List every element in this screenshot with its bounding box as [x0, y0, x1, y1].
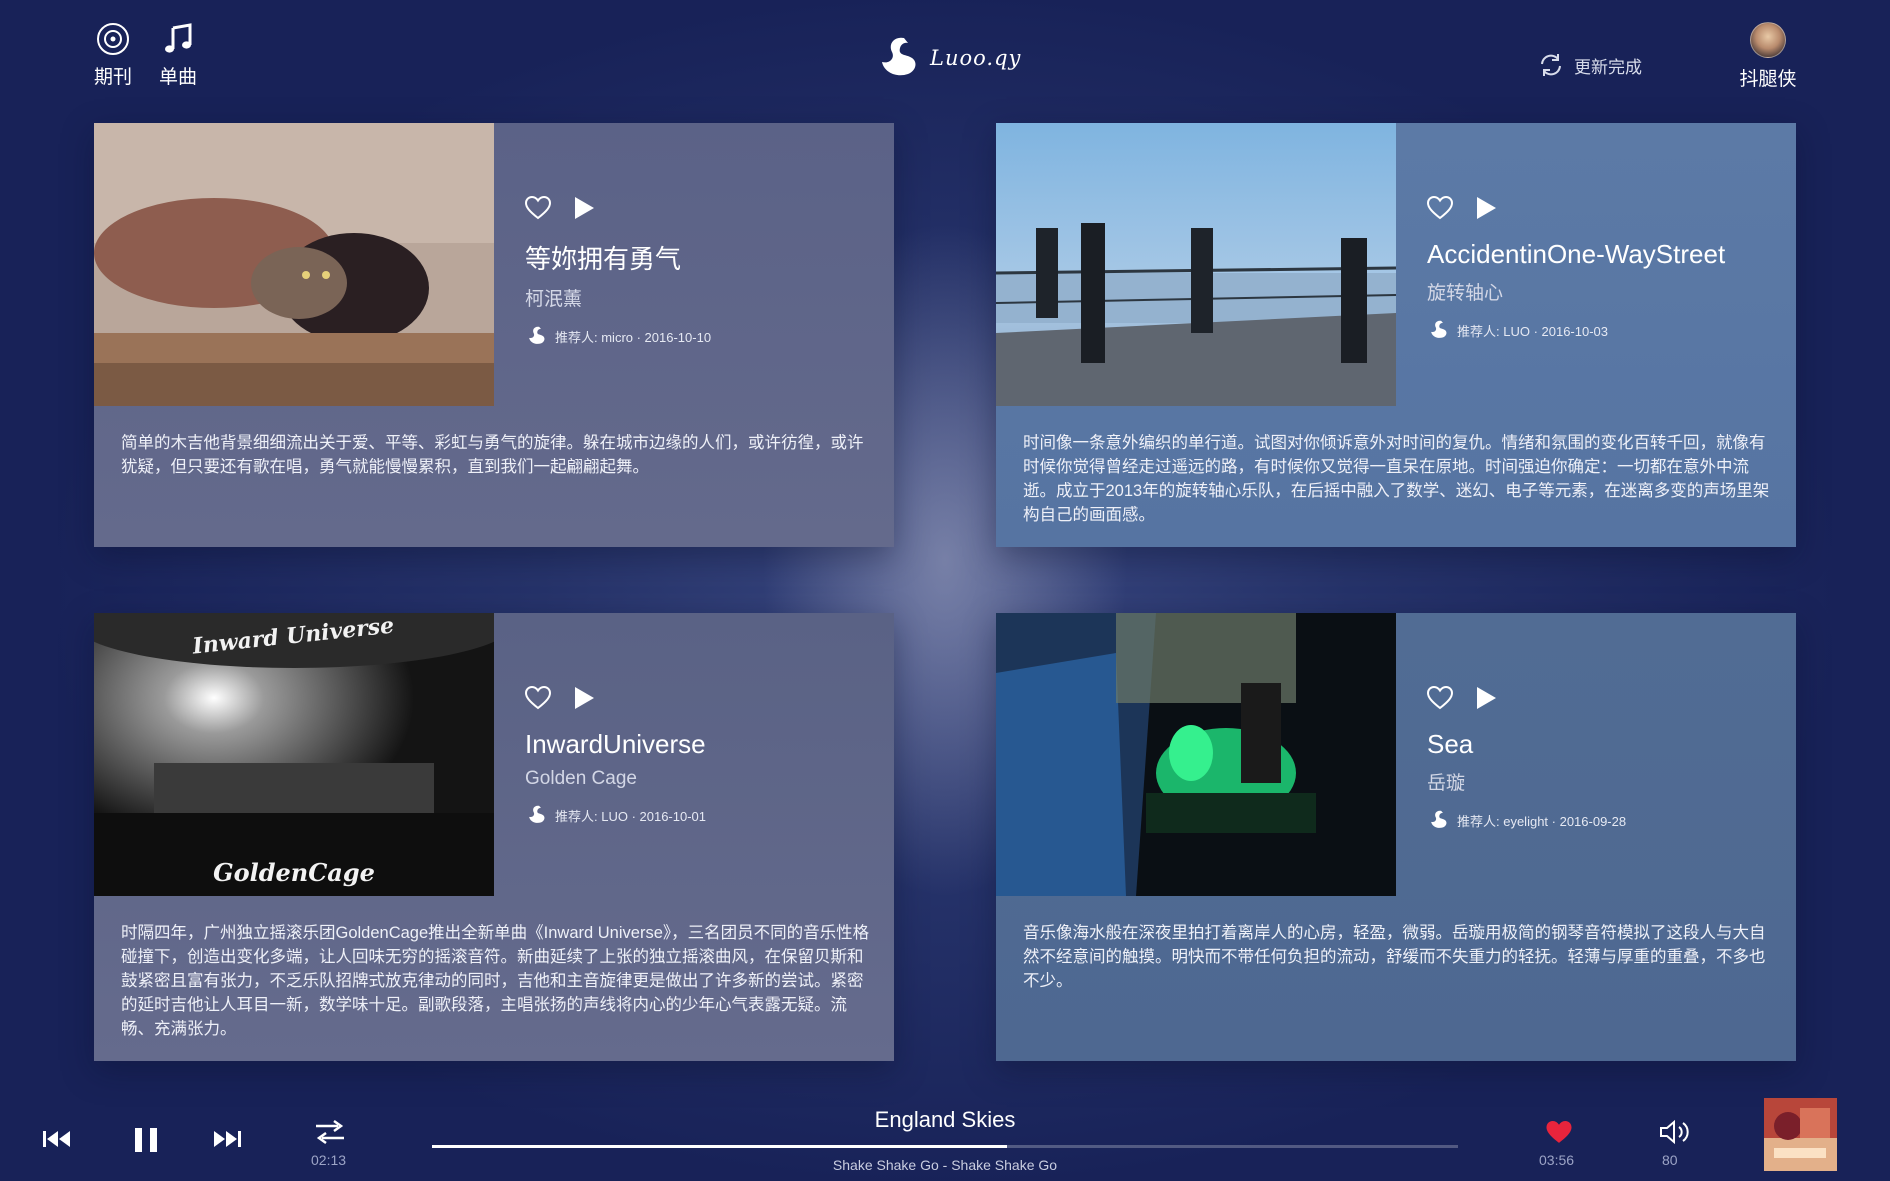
heart-outline-icon	[1426, 685, 1454, 709]
swan-icon	[1431, 320, 1447, 338]
shuffle-icon	[316, 1119, 344, 1145]
song-artist: 岳璇	[1427, 773, 1466, 794]
current-album-art[interactable]	[1764, 1098, 1837, 1171]
song-description: 时隔四年，广州独立摇滚乐团GoldenCage推出全新单曲《Inward Uni…	[121, 924, 870, 1038]
progress-bar[interactable]	[432, 1145, 1458, 1148]
refresh-label: 更新完成	[1574, 57, 1642, 77]
volume-level: 80	[1662, 1152, 1678, 1168]
song-card[interactable]: AccidentinOne-WayStreet 旋转轴心 推荐人: LUO · …	[996, 123, 1796, 547]
svg-text:GoldenCage: GoldenCage	[213, 858, 375, 887]
song-artist: 旋转轴心	[1427, 283, 1504, 304]
shuffle-button[interactable]	[314, 1118, 346, 1151]
refresh-icon	[1541, 54, 1561, 76]
top-bar: 期刊 单曲 Luoo.qy 更新完成 抖腿侠	[0, 0, 1890, 110]
logo-text: Luoo.qy	[930, 46, 1022, 70]
song-artist: Golden Cage	[525, 768, 637, 789]
heart-outline-icon	[524, 685, 552, 709]
song-info: 等妳拥有勇气 柯泯薰 推荐人: micro · 2016-10-10	[524, 195, 885, 347]
recommender-text: 推荐人: micro · 2016-10-10	[555, 329, 712, 345]
song-artist: 柯泯薰	[525, 289, 583, 310]
song-card[interactable]: Sea 岳璇 推荐人: eyelight · 2016-09-28 音乐像海水般…	[996, 613, 1796, 1061]
nav-single-label: 单曲	[158, 67, 197, 88]
song-actions	[524, 195, 885, 225]
song-card[interactable]: 等妳拥有勇气 柯泯薰 推荐人: micro · 2016-10-10 简单的木吉…	[94, 123, 894, 547]
like-current-button[interactable]	[1545, 1120, 1573, 1150]
play-icon	[1477, 196, 1496, 219]
recommender-text: 推荐人: eyelight · 2016-09-28	[1457, 813, 1627, 829]
song-cover[interactable]: Inward Universe GoldenCage	[94, 613, 494, 896]
swan-icon	[529, 805, 545, 823]
now-playing-title: England Skies	[874, 1107, 1016, 1132]
like-button[interactable]	[524, 685, 552, 715]
album-art-image	[1764, 1098, 1837, 1171]
heart-outline-icon	[524, 195, 552, 219]
song-card[interactable]: Inward Universe GoldenCage InwardUnivers…	[94, 613, 894, 1061]
song-meta: 推荐人: LUO · 2016-10-01	[525, 804, 885, 826]
play-icon	[575, 196, 594, 219]
nav-single[interactable]: 单曲	[143, 22, 213, 89]
song-title: Sea	[1427, 729, 1474, 759]
play-icon	[575, 686, 594, 709]
like-button[interactable]	[1426, 195, 1454, 225]
user-name: 抖腿侠	[1739, 69, 1797, 90]
swan-icon	[529, 326, 545, 344]
song-info: AccidentinOne-WayStreet 旋转轴心 推荐人: LUO · …	[1426, 195, 1787, 341]
vinyl-icon	[97, 23, 129, 55]
elapsed-time: 02:13	[311, 1152, 347, 1168]
heart-filled-icon	[1546, 1121, 1572, 1143]
music-note-icon	[165, 23, 192, 53]
progress-fill	[432, 1145, 1007, 1148]
play-button[interactable]	[573, 196, 595, 225]
recommender-text: 推荐人: LUO · 2016-10-03	[1457, 323, 1609, 339]
recommender-text: 推荐人: LUO · 2016-10-01	[555, 808, 707, 824]
song-actions	[524, 685, 885, 715]
song-meta: 推荐人: eyelight · 2016-09-28	[1427, 809, 1787, 831]
cover-image-concert: Inward Universe GoldenCage	[94, 613, 494, 896]
user-profile[interactable]: 抖腿侠	[1730, 22, 1806, 91]
song-description: 简单的木吉他背景细细流出关于爱、平等、彩虹与勇气的旋律。躲在城市边缘的人们，或许…	[121, 434, 864, 476]
avatar	[1750, 22, 1786, 58]
song-info: Sea 岳璇 推荐人: eyelight · 2016-09-28	[1426, 685, 1787, 831]
song-meta: 推荐人: micro · 2016-10-10	[525, 325, 885, 347]
pause-button[interactable]	[132, 1126, 160, 1159]
skip-next-icon	[214, 1131, 241, 1147]
previous-button[interactable]	[42, 1128, 72, 1155]
next-button[interactable]	[212, 1128, 242, 1155]
play-button[interactable]	[1475, 686, 1497, 715]
song-description: 时间像一条意外编织的单行道。试图对你倾诉意外对时间的复仇。情绪和氛围的变化百转千…	[1023, 434, 1770, 524]
cover-image-piano	[996, 613, 1396, 896]
song-cover[interactable]	[996, 613, 1396, 896]
cover-image-band-pier	[996, 123, 1396, 406]
song-title: 等妳拥有勇气	[525, 244, 682, 274]
song-actions	[1426, 685, 1787, 715]
total-time: 03:56	[1539, 1152, 1575, 1168]
play-button[interactable]	[573, 686, 595, 715]
song-title: AccidentinOne-WayStreet	[1427, 239, 1726, 269]
pause-icon	[135, 1128, 157, 1152]
song-cover[interactable]	[94, 123, 494, 406]
like-button[interactable]	[524, 195, 552, 225]
heart-outline-icon	[1426, 195, 1454, 219]
play-button[interactable]	[1475, 196, 1497, 225]
song-meta: 推荐人: LUO · 2016-10-03	[1427, 319, 1787, 341]
app-logo: Luoo.qy	[874, 32, 1024, 84]
now-playing-artist: Shake Shake Go - Shake Shake Go	[832, 1157, 1058, 1173]
like-button[interactable]	[1426, 685, 1454, 715]
song-title: InwardUniverse	[525, 729, 706, 759]
play-icon	[1477, 686, 1496, 709]
swan-icon	[1431, 810, 1447, 828]
song-actions	[1426, 195, 1787, 225]
song-cover[interactable]	[996, 123, 1396, 406]
song-description: 音乐像海水般在深夜里拍打着离岸人的心房，轻盈，微弱。岳璇用极简的钢琴音符模拟了这…	[1023, 924, 1766, 990]
volume-button[interactable]	[1658, 1118, 1690, 1151]
nav-journal-label: 期刊	[93, 67, 132, 88]
skip-previous-icon	[43, 1131, 70, 1147]
volume-icon	[1660, 1119, 1689, 1145]
cover-image-woman-cat	[94, 123, 494, 406]
refresh-button[interactable]: 更新完成	[1538, 50, 1642, 80]
nav-journal[interactable]: 期刊	[78, 22, 148, 89]
swan-logo-icon	[882, 37, 916, 76]
song-info: InwardUniverse Golden Cage 推荐人: LUO · 20…	[524, 685, 885, 826]
